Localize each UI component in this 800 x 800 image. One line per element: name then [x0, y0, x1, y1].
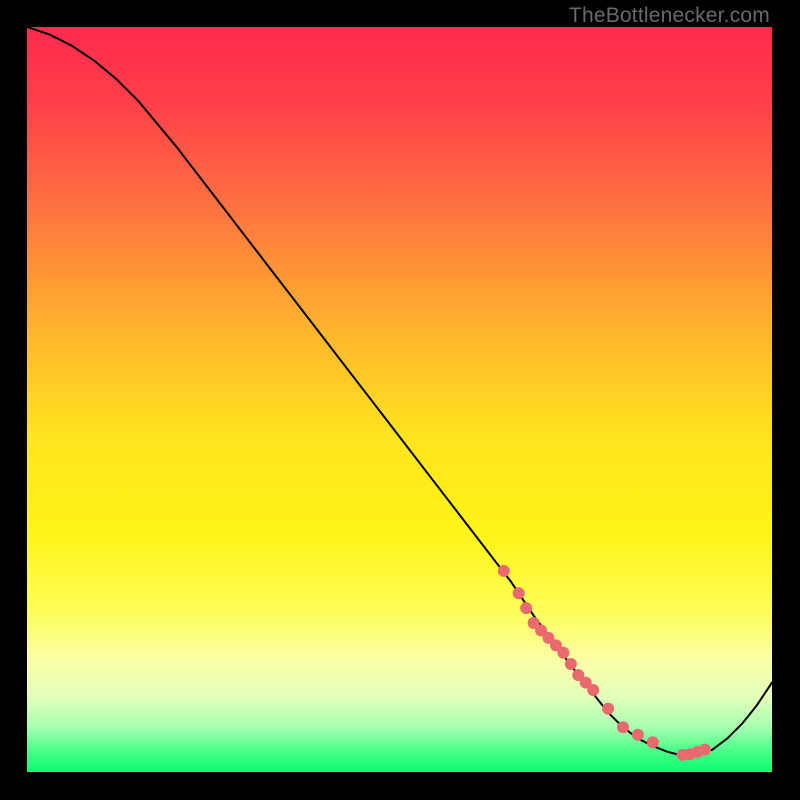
data-marker — [647, 736, 659, 748]
chart-svg — [27, 27, 772, 772]
data-marker — [513, 587, 525, 599]
data-marker — [565, 658, 577, 670]
watermark-text: TheBottlenecker.com — [569, 4, 770, 28]
gradient-rect — [27, 27, 772, 772]
data-marker — [632, 729, 644, 741]
data-marker — [602, 703, 614, 715]
data-marker — [520, 602, 532, 614]
plot-area — [27, 27, 772, 772]
data-marker — [498, 565, 510, 577]
data-marker — [699, 744, 711, 756]
data-marker — [587, 684, 599, 696]
data-marker — [557, 647, 569, 659]
data-marker — [617, 721, 629, 733]
chart-container: TheBottlenecker.com — [0, 0, 800, 800]
